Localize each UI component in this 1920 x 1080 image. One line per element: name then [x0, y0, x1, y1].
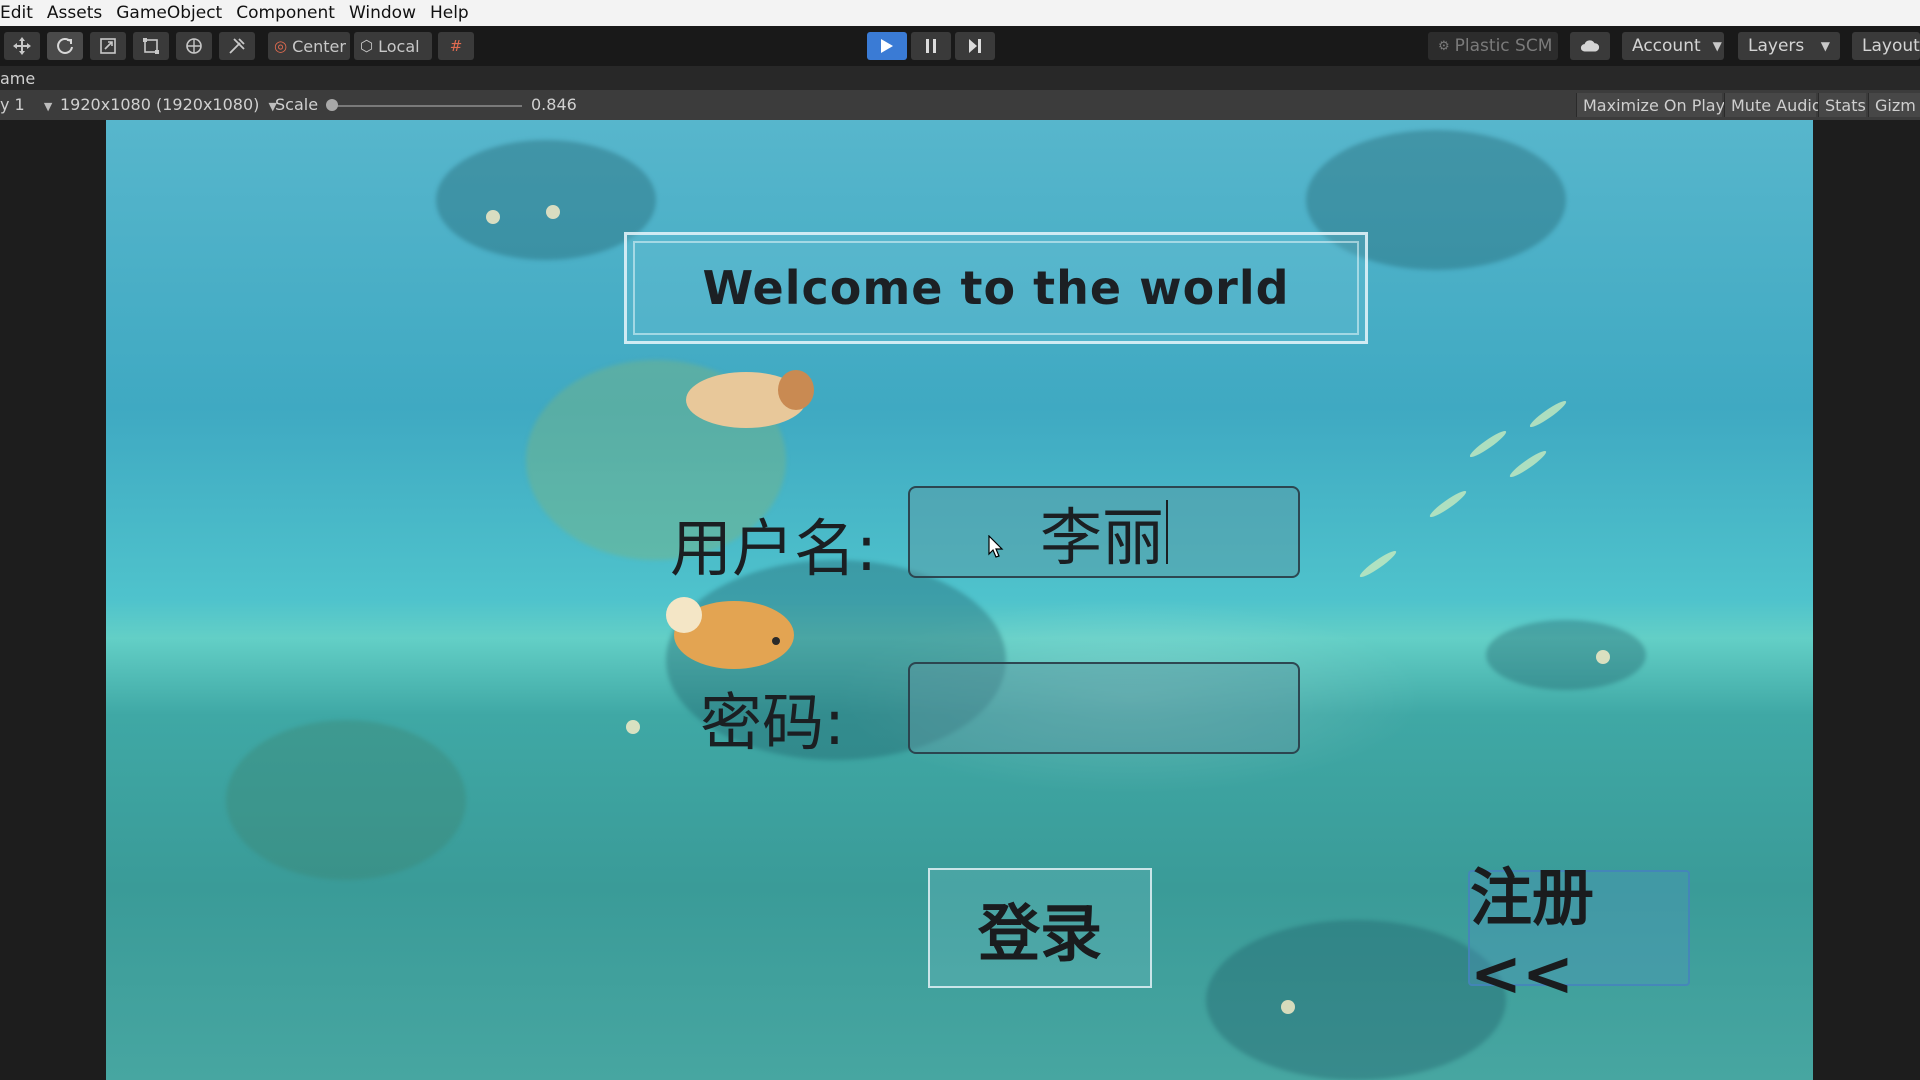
rect-tool-button[interactable] — [133, 32, 169, 60]
account-label: Account — [1632, 36, 1701, 56]
cube-icon: ⬡ — [360, 37, 374, 55]
fish-decoration — [1467, 428, 1509, 460]
space-label: Local — [378, 36, 420, 56]
chevron-down-icon: ▼ — [43, 100, 53, 113]
game-view-toolbar: y 1 ▼ 1920x1080 (1920x1080) ▼ Scale 0.84… — [0, 90, 1920, 120]
register-button[interactable]: 注册<< — [1468, 861, 1690, 1010]
game-scene: Welcome to the world 用户名: 李丽 密码: 登录 注册<< — [106, 120, 1813, 1080]
scale-value: 0.846 — [531, 95, 577, 114]
rotate-tool-button[interactable] — [47, 32, 83, 60]
menu-gameobject[interactable]: GameObject — [109, 3, 229, 23]
login-button-label: 登录 — [977, 897, 1102, 970]
flower-decoration — [1596, 650, 1610, 664]
play-controls — [867, 32, 995, 60]
display-dropdown[interactable]: y 1 ▼ — [0, 95, 52, 114]
mute-audio-toggle[interactable]: Mute Audio — [1724, 93, 1822, 117]
account-dropdown[interactable]: Account ▼ — [1622, 32, 1724, 60]
menu-window[interactable]: Window — [342, 3, 423, 23]
layers-dropdown[interactable]: Layers ▼ — [1738, 32, 1840, 60]
scale-label: Scale — [275, 95, 319, 114]
flower-decoration — [626, 720, 640, 734]
login-button[interactable]: 登录 — [928, 868, 1152, 988]
grid-snap-button[interactable]: # — [438, 32, 474, 60]
menu-bar: Edit Assets GameObject Component Window … — [0, 0, 1920, 27]
welcome-title: Welcome to the world — [702, 261, 1290, 315]
username-input[interactable]: 李丽 — [908, 486, 1300, 578]
lily-pad — [1206, 920, 1506, 1080]
fish-decoration — [1427, 488, 1469, 520]
layout-label: Layout — [1862, 36, 1920, 56]
play-icon — [881, 39, 893, 53]
text-caret — [1166, 500, 1168, 564]
menu-edit[interactable]: Edit — [0, 3, 40, 23]
layout-dropdown[interactable]: Layout — [1852, 32, 1920, 60]
scale-slider-track[interactable] — [330, 105, 522, 107]
scale-tool-icon — [100, 38, 116, 54]
scale-slider-thumb[interactable] — [326, 99, 338, 111]
rotate-tool-icon — [57, 38, 73, 54]
password-label: 密码: — [700, 686, 845, 759]
cloud-button[interactable] — [1570, 32, 1610, 60]
layers-label: Layers — [1748, 36, 1805, 56]
game-tab-strip: ame — [0, 66, 1920, 90]
pivot-label: Center — [292, 36, 346, 56]
shiba-dog-decoration — [666, 597, 794, 669]
stats-toggle[interactable]: Stats — [1818, 93, 1866, 117]
plastic-scm-button[interactable]: ⚙ Plastic SCM — [1428, 32, 1558, 60]
gizmos-toggle[interactable]: Gizm — [1868, 93, 1920, 117]
pivot-icon: ◎ — [274, 37, 288, 55]
main-toolbar: ◎ Center ⬡ Local # ⚙ Plastic SCM Account… — [0, 26, 1920, 66]
pause-button[interactable] — [911, 32, 951, 60]
lily-pad — [1486, 620, 1646, 690]
plastic-scm-icon: ⚙ — [1438, 38, 1450, 54]
chevron-down-icon: ▼ — [1820, 39, 1830, 53]
chevron-down-icon: ▼ — [1712, 39, 1722, 53]
move-tool-icon — [13, 37, 31, 55]
menu-assets[interactable]: Assets — [40, 3, 109, 23]
flower-decoration — [486, 210, 500, 224]
fish-decoration — [1527, 398, 1569, 430]
step-button[interactable] — [955, 32, 995, 60]
display-label: y 1 — [0, 95, 25, 114]
menu-help[interactable]: Help — [423, 3, 476, 23]
welcome-banner: Welcome to the world — [624, 232, 1368, 344]
pause-icon — [926, 39, 936, 53]
fish-decoration — [1507, 448, 1549, 480]
password-input[interactable] — [908, 662, 1300, 754]
stats-label: Stats — [1825, 95, 1866, 115]
pivot-center-button[interactable]: ◎ Center — [268, 32, 350, 60]
plastic-scm-label: Plastic SCM — [1454, 36, 1553, 56]
grid-snap-icon: # — [449, 37, 463, 55]
maximize-on-play-label: Maximize On Play — [1583, 95, 1726, 115]
rect-tool-icon — [143, 38, 159, 54]
dog-swimming-decoration — [686, 370, 814, 428]
pivot-local-button[interactable]: ⬡ Local — [354, 32, 432, 60]
mute-audio-label: Mute Audio — [1731, 95, 1822, 115]
play-button[interactable] — [867, 32, 907, 60]
lily-pad — [436, 140, 656, 260]
flower-decoration — [546, 205, 560, 219]
maximize-on-play-toggle[interactable]: Maximize On Play — [1576, 93, 1726, 117]
register-button-label: 注册<< — [1470, 860, 1595, 1010]
username-value: 李丽 — [1039, 501, 1164, 574]
resolution-label: 1920x1080 (1920x1080) — [60, 95, 260, 114]
gizmos-label: Gizm — [1875, 95, 1916, 115]
custom-tool-icon — [229, 38, 245, 54]
transform-tool-button[interactable] — [176, 32, 212, 60]
cloud-icon — [1580, 40, 1600, 52]
mouse-cursor-icon — [988, 535, 1004, 558]
resolution-dropdown[interactable]: 1920x1080 (1920x1080) ▼ — [60, 95, 277, 114]
tab-game[interactable]: ame — [0, 69, 35, 88]
unity-editor-window: Edit Assets GameObject Component Window … — [0, 0, 1920, 1080]
scale-tool-button[interactable] — [90, 32, 126, 60]
flower-decoration — [1281, 1000, 1295, 1014]
menu-component[interactable]: Component — [229, 3, 342, 23]
lily-pad — [226, 720, 466, 880]
transform-tool-icon — [186, 38, 202, 54]
step-icon — [969, 39, 981, 53]
custom-tool-button[interactable] — [219, 32, 255, 60]
username-label: 用户名: — [670, 512, 877, 585]
fish-decoration — [1357, 548, 1399, 580]
move-tool-button[interactable] — [4, 32, 40, 60]
